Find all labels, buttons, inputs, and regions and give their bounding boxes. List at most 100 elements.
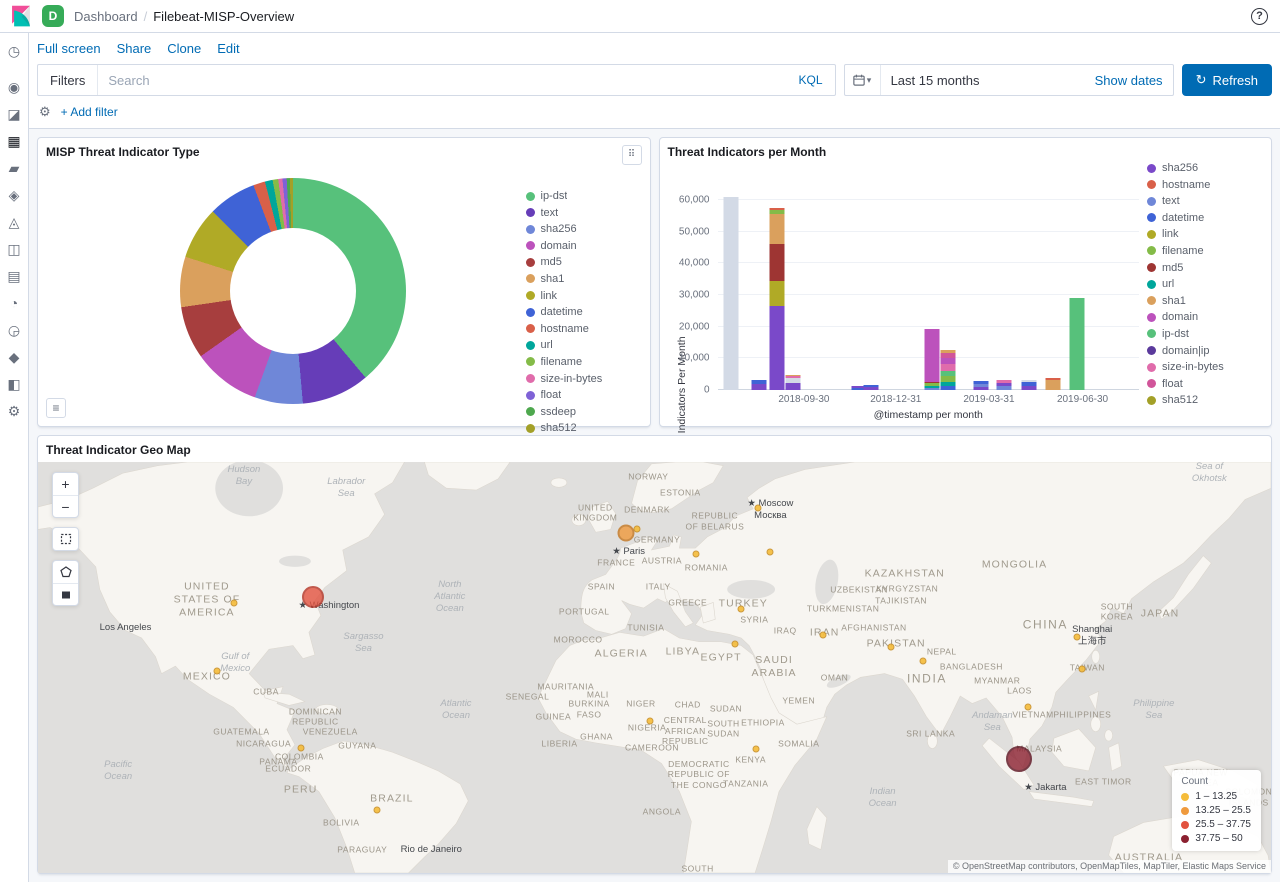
geo-point-small[interactable] <box>297 745 304 752</box>
sidebar-item-recently-viewed[interactable]: ◷ <box>8 44 20 58</box>
sidebar-item-discover[interactable]: ◉ <box>8 80 20 94</box>
geo-point-small[interactable] <box>634 526 641 533</box>
donut-legend-item[interactable]: ssdeep <box>526 406 640 418</box>
bar-legend-item[interactable]: ip-dst <box>1147 328 1261 340</box>
geo-map[interactable]: NORWAYESTONIADENMARKUNITED KINGDOMREPUBL… <box>38 462 1271 873</box>
geo-point-germany[interactable] <box>618 525 635 542</box>
bar-legend-item[interactable]: domain <box>1147 311 1261 323</box>
geo-point-small[interactable] <box>693 550 700 557</box>
breadcrumb-dashboard[interactable]: Dashboard <box>74 9 138 24</box>
donut-legend-item[interactable]: hostname <box>526 323 640 335</box>
bar-legend-item[interactable]: url <box>1147 278 1261 290</box>
add-filter-link[interactable]: + Add filter <box>61 105 118 119</box>
geo-point-small[interactable] <box>920 657 927 664</box>
toolbar-link-edit[interactable]: Edit <box>217 41 239 56</box>
geo-point-small[interactable] <box>752 746 759 753</box>
map-draw-polygon-button[interactable] <box>53 561 78 583</box>
geo-point-malaysia[interactable] <box>1006 746 1032 772</box>
bar-legend-item[interactable]: domain|ip <box>1147 345 1261 357</box>
toolbar-link-full-screen[interactable]: Full screen <box>37 41 101 56</box>
stacked-bar[interactable] <box>1045 378 1060 390</box>
donut-legend-item[interactable]: domain <box>526 240 640 252</box>
panel-menu-icon[interactable]: ⠿ <box>622 145 642 165</box>
donut-legend-item[interactable]: md5 <box>526 256 640 268</box>
map-zoom-out-button[interactable]: − <box>53 495 78 517</box>
sidebar-item-uptime[interactable]: ◶ <box>8 323 20 337</box>
sidebar-item-visualize[interactable]: ◪ <box>7 107 20 121</box>
bar-legend-item[interactable]: filename <box>1147 245 1261 257</box>
geo-point-small[interactable] <box>737 606 744 613</box>
geo-point-small[interactable] <box>767 549 774 556</box>
bar-legend-item[interactable]: text <box>1147 195 1261 207</box>
show-dates-link[interactable]: Show dates <box>1095 73 1163 88</box>
map-zoom-in-button[interactable]: + <box>53 473 78 495</box>
geo-point-washington[interactable] <box>302 586 324 608</box>
bar-legend-item[interactable]: datetime <box>1147 212 1261 224</box>
geo-point-small[interactable] <box>213 667 220 674</box>
geo-point-small[interactable] <box>1025 704 1032 711</box>
sidebar-item-dev-tools[interactable]: ◧ <box>7 377 20 391</box>
donut-legend-item[interactable]: sha256 <box>526 223 640 235</box>
toolbar-link-share[interactable]: Share <box>117 41 152 56</box>
legend-toggle-icon[interactable]: ≡ <box>46 398 66 418</box>
bar-legend-item[interactable]: float <box>1147 378 1261 390</box>
geo-point-small[interactable] <box>646 718 653 725</box>
geo-point-small[interactable] <box>755 505 762 512</box>
filter-options-gear-icon[interactable]: ⚙ <box>39 104 51 120</box>
stacked-bar[interactable] <box>1021 380 1036 390</box>
bar-legend-item[interactable]: link <box>1147 228 1261 240</box>
sidebar-item-machine-learning[interactable]: ◬ <box>9 215 20 229</box>
kql-button[interactable]: KQL <box>787 73 835 87</box>
geo-point-small[interactable] <box>888 644 895 651</box>
stacked-bar[interactable] <box>973 381 988 390</box>
date-picker-button[interactable]: ▾ <box>845 65 881 95</box>
sidebar-item-apm[interactable]: ◔ <box>10 296 18 310</box>
geo-point-small[interactable] <box>1079 665 1086 672</box>
sidebar-item-dashboard[interactable]: ▦ <box>7 134 20 148</box>
bar-legend-item[interactable]: size-in-bytes <box>1147 361 1261 373</box>
refresh-button[interactable]: ↻ Refresh <box>1182 64 1272 96</box>
donut-legend-item[interactable]: text <box>526 207 640 219</box>
toolbar-link-clone[interactable]: Clone <box>167 41 201 56</box>
geo-point-small[interactable] <box>374 807 381 814</box>
bar-chart-plot[interactable]: 010,00020,00030,00040,00050,00060,000 <box>718 184 1140 390</box>
bar-legend-item[interactable]: sha1 <box>1147 295 1261 307</box>
map-draw-rectangle-button[interactable] <box>53 583 78 605</box>
geo-point-small[interactable] <box>731 641 738 648</box>
donut-legend-item[interactable]: float <box>526 389 640 401</box>
donut-legend-item[interactable]: link <box>526 290 640 302</box>
donut-legend-item[interactable]: datetime <box>526 306 640 318</box>
geo-point-small[interactable] <box>820 632 827 639</box>
help-icon[interactable]: ? <box>1251 8 1268 25</box>
sidebar-item-logs[interactable]: ▤ <box>7 269 20 283</box>
stacked-bar[interactable] <box>751 380 766 390</box>
filters-button[interactable]: Filters <box>38 65 98 95</box>
donut-legend-item[interactable]: sha1 <box>526 273 640 285</box>
map-bounds-filter-button[interactable] <box>53 528 78 550</box>
bar-legend-item[interactable]: sha256 <box>1147 162 1261 174</box>
donut-legend-item[interactable]: url <box>526 339 640 351</box>
bar-legend-item[interactable]: sha512 <box>1147 394 1261 406</box>
sidebar-item-management[interactable]: ⚙ <box>8 404 21 418</box>
bar-legend-item[interactable]: md5 <box>1147 262 1261 274</box>
stacked-bar[interactable] <box>769 208 784 390</box>
sidebar-item-siem[interactable]: ◆ <box>9 350 20 364</box>
time-range-value[interactable]: Last 15 months <box>891 73 980 88</box>
donut-legend-item[interactable]: size-in-bytes <box>526 373 640 385</box>
donut-chart[interactable] <box>180 178 406 404</box>
sidebar-item-maps[interactable]: ◈ <box>9 188 20 202</box>
donut-legend-item[interactable]: ip-dst <box>526 190 640 202</box>
stacked-bar[interactable] <box>863 385 878 390</box>
search-input[interactable] <box>98 65 786 95</box>
sidebar-item-infrastructure[interactable]: ◫ <box>7 242 20 256</box>
donut-legend-item[interactable]: filename <box>526 356 640 368</box>
stacked-bar[interactable] <box>786 375 801 390</box>
stacked-bar[interactable] <box>997 380 1012 390</box>
space-badge[interactable]: D <box>42 5 64 27</box>
geo-point-small[interactable] <box>1074 634 1081 641</box>
geo-point-small[interactable] <box>231 600 238 607</box>
stacked-bar[interactable] <box>724 197 739 390</box>
stacked-bar[interactable] <box>1069 298 1084 390</box>
sidebar-item-canvas[interactable]: ▰ <box>9 161 20 175</box>
donut-legend-item[interactable]: sha512 <box>526 422 640 434</box>
